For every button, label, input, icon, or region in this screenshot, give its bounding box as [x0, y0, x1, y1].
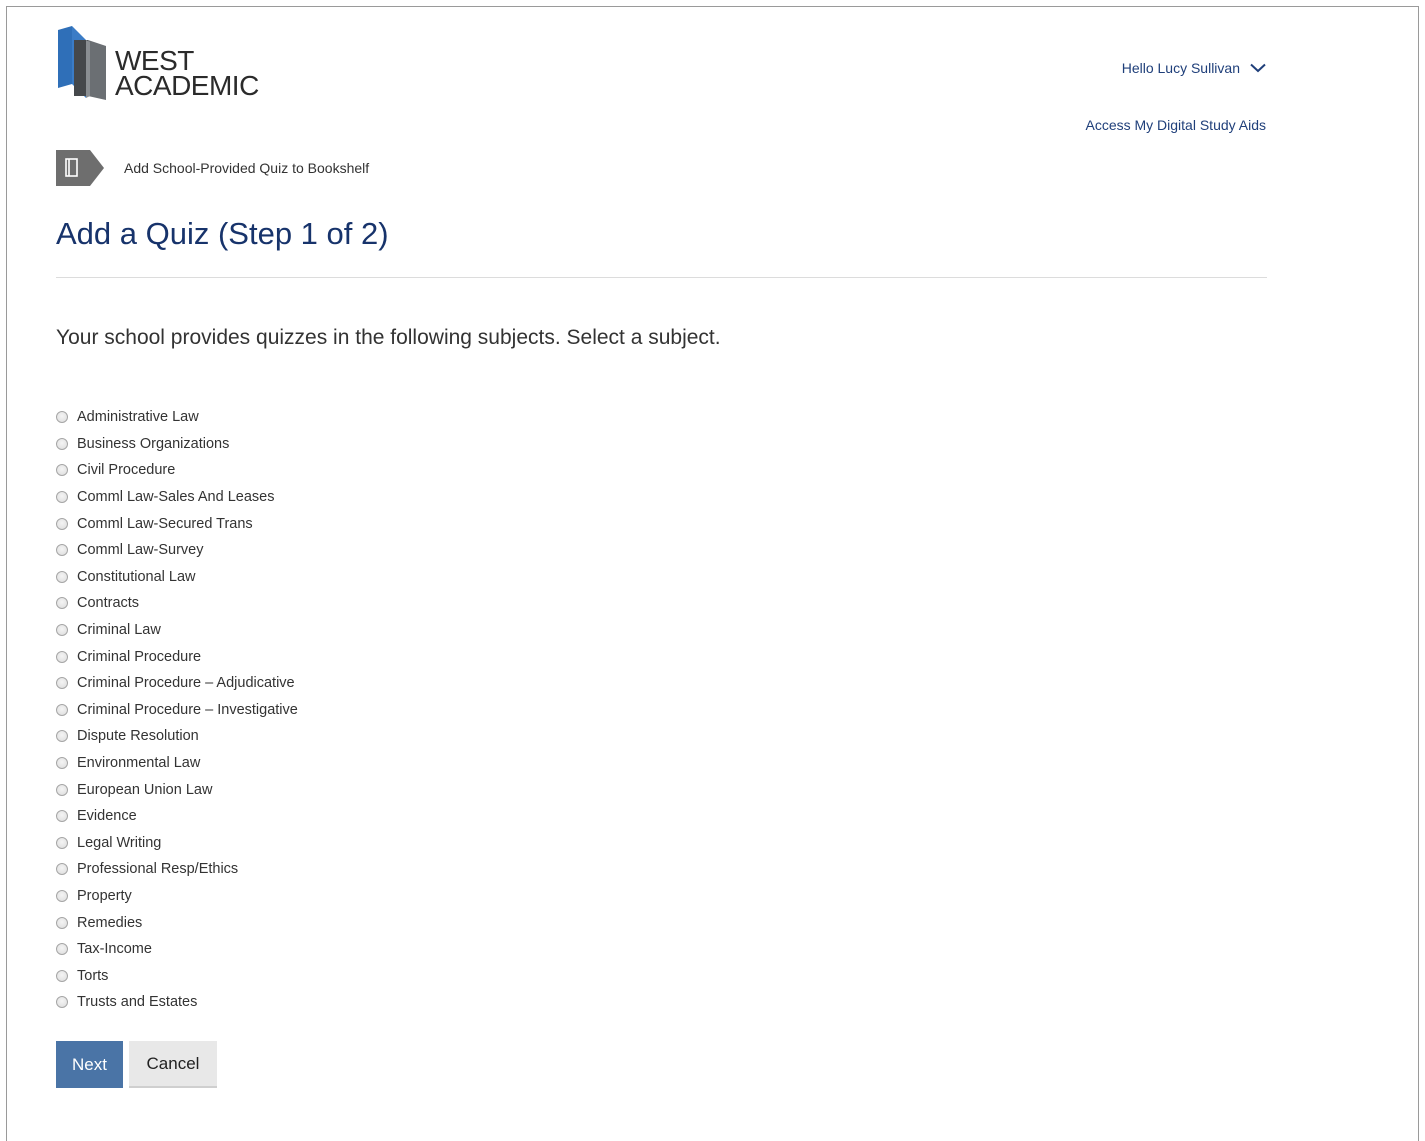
subject-label: Comml Law-Sales And Leases — [77, 489, 275, 506]
instruction-text: Your school provides quizzes in the foll… — [56, 326, 721, 349]
subject-option[interactable]: Comml Law-Secured Trans — [56, 510, 298, 537]
subject-label: Evidence — [77, 808, 137, 825]
breadcrumb: Add School-Provided Quiz to Bookshelf — [56, 150, 369, 186]
subject-label: Trusts and Estates — [77, 994, 198, 1011]
radio-button[interactable] — [56, 597, 68, 610]
subject-option[interactable]: Contracts — [56, 590, 298, 617]
user-greeting: Hello Lucy Sullivan — [1121, 60, 1240, 76]
subject-label: Torts — [77, 967, 109, 984]
subject-option[interactable]: Comml Law-Survey — [56, 537, 298, 564]
subject-option[interactable]: Property — [56, 883, 298, 910]
digital-study-aids-link[interactable]: Access My Digital Study Aids — [1085, 117, 1266, 133]
subject-label: Criminal Procedure — [77, 648, 202, 665]
radio-button[interactable] — [56, 437, 68, 450]
subject-label: Criminal Procedure – Investigative — [77, 701, 298, 718]
radio-button[interactable] — [56, 916, 68, 929]
radio-button[interactable] — [56, 570, 68, 583]
page-title: Add a Quiz (Step 1 of 2) — [56, 216, 389, 251]
radio-button[interactable] — [56, 491, 68, 504]
user-menu[interactable]: Hello Lucy Sullivan — [1122, 60, 1266, 76]
breadcrumb-label: Add School-Provided Quiz to Bookshelf — [124, 160, 370, 176]
subject-option[interactable]: Comml Law-Sales And Leases — [56, 484, 298, 511]
radio-button[interactable] — [56, 783, 68, 796]
subject-option[interactable]: Tax-Income — [56, 936, 298, 963]
subject-option[interactable]: Trusts and Estates — [56, 989, 298, 1016]
subject-option[interactable]: Professional Resp/Ethics — [56, 856, 298, 883]
radio-button[interactable] — [56, 517, 68, 530]
radio-button[interactable] — [56, 889, 68, 902]
subject-label: Criminal Law — [77, 622, 161, 639]
subject-option[interactable]: Remedies — [56, 909, 298, 936]
subject-option[interactable]: Dispute Resolution — [56, 723, 298, 750]
radio-button[interactable] — [56, 943, 68, 956]
radio-button[interactable] — [56, 650, 68, 663]
subject-label: Tax-Income — [77, 941, 152, 958]
subject-option[interactable]: Criminal Procedure — [56, 643, 298, 670]
subject-label: Contracts — [77, 595, 140, 612]
radio-button[interactable] — [56, 464, 68, 477]
subject-option[interactable]: Administrative Law — [56, 404, 298, 431]
subject-label: Criminal Procedure – Adjudicative — [77, 675, 295, 692]
subject-label: Legal Writing — [77, 834, 162, 851]
subject-option[interactable]: Environmental Law — [56, 750, 298, 777]
subject-label: Comml Law-Survey — [77, 542, 204, 559]
radio-button[interactable] — [56, 411, 68, 424]
radio-button[interactable] — [56, 624, 68, 637]
radio-button[interactable] — [56, 969, 68, 982]
subject-label: Property — [77, 887, 132, 904]
subject-label: Remedies — [77, 914, 143, 931]
next-button[interactable]: Next — [56, 1041, 123, 1088]
logo-line-2: ACADEMIC — [115, 70, 259, 101]
chevron-down-icon — [1250, 63, 1266, 73]
radio-button[interactable] — [56, 836, 68, 849]
subject-label: Civil Procedure — [77, 462, 176, 479]
radio-button[interactable] — [56, 544, 68, 557]
subject-option[interactable]: Criminal Procedure – Adjudicative — [56, 670, 298, 697]
subject-label: Professional Resp/Ethics — [77, 861, 239, 878]
subject-option[interactable]: Civil Procedure — [56, 457, 298, 484]
subject-option[interactable]: Business Organizations — [56, 431, 298, 458]
west-academic-logo[interactable]: WEST ACADEMIC — [56, 26, 276, 102]
subject-option[interactable]: Legal Writing — [56, 830, 298, 857]
subject-option[interactable]: Evidence — [56, 803, 298, 830]
cancel-button[interactable]: Cancel — [129, 1041, 217, 1088]
subject-label: Environmental Law — [77, 755, 201, 772]
subject-label: Administrative Law — [77, 409, 199, 426]
radio-button[interactable] — [56, 757, 68, 770]
subject-label: Constitutional Law — [77, 568, 196, 585]
book-logo-icon — [58, 26, 106, 100]
subject-label: Dispute Resolution — [77, 728, 199, 745]
radio-button[interactable] — [56, 677, 68, 690]
subject-option[interactable]: European Union Law — [56, 776, 298, 803]
radio-button[interactable] — [56, 730, 68, 743]
subject-option[interactable]: Criminal Procedure – Investigative — [56, 697, 298, 724]
radio-button[interactable] — [56, 863, 68, 876]
radio-button[interactable] — [56, 996, 68, 1009]
subject-label: European Union Law — [77, 781, 213, 798]
subject-option[interactable]: Torts — [56, 962, 298, 989]
logo-wordmark: WEST ACADEMIC — [115, 47, 259, 101]
title-divider — [56, 277, 1267, 278]
subject-label: Business Organizations — [77, 435, 230, 452]
subject-label: Comml Law-Secured Trans — [77, 515, 253, 532]
radio-button[interactable] — [56, 703, 68, 716]
subject-option[interactable]: Constitutional Law — [56, 564, 298, 591]
subject-option[interactable]: Criminal Law — [56, 617, 298, 644]
subject-radio-list: Administrative Law Business Organization… — [56, 404, 298, 1016]
radio-button[interactable] — [56, 810, 68, 823]
book-arrow-icon — [56, 150, 104, 186]
